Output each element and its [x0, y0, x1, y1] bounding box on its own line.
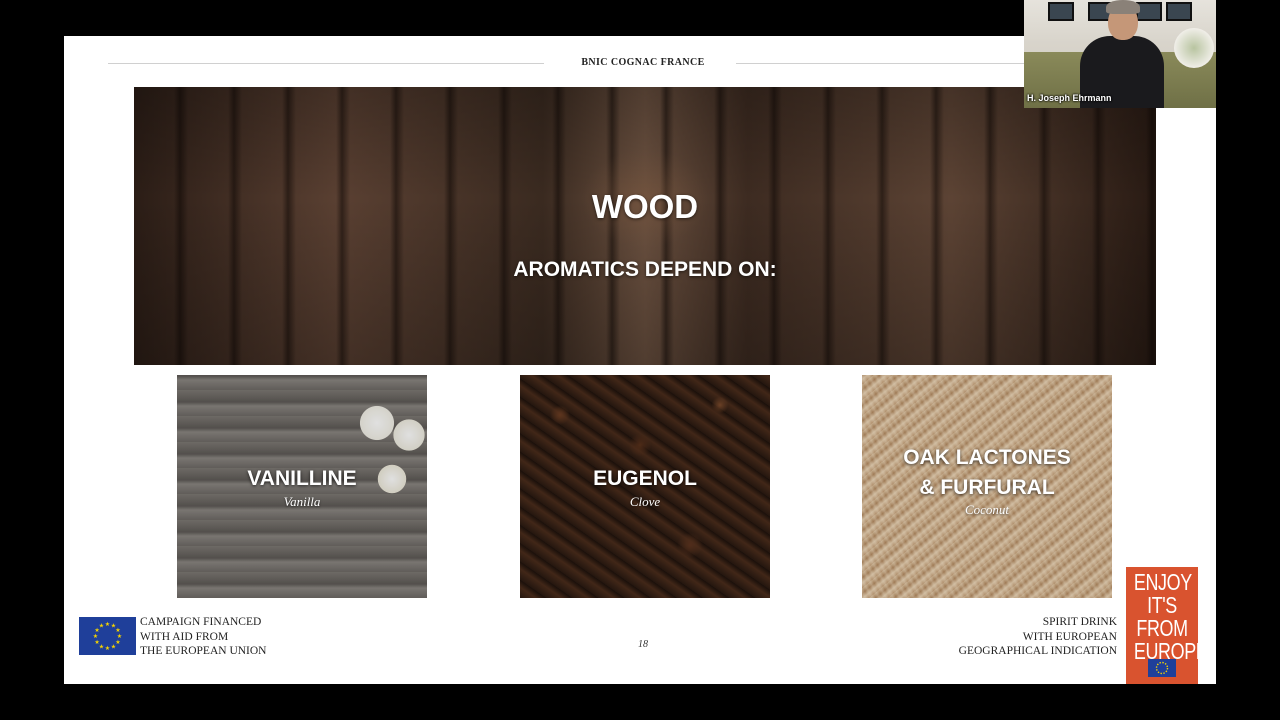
- participant-name: H. Joseph Ehrmann: [1027, 93, 1112, 103]
- wall-picture: [1166, 2, 1192, 21]
- gi-text: SPIRIT DRINK WITH EUROPEAN GEOGRAPHICAL …: [958, 616, 1117, 657]
- person-hair: [1106, 0, 1140, 14]
- svg-text:★: ★: [111, 643, 116, 650]
- svg-text:★: ★: [99, 623, 104, 630]
- campaign-text: CAMPAIGN FINANCED WITH AID FROM THE EURO…: [140, 616, 267, 657]
- eu-flag-icon: ★ ★ ★ ★ ★ ★ ★ ★ ★ ★ ★ ★: [79, 617, 136, 655]
- card-title: VANILLINE: [247, 467, 357, 490]
- participant-video-tile[interactable]: H. Joseph Ehrmann: [1024, 0, 1216, 108]
- svg-text:★: ★: [93, 633, 98, 640]
- wall-picture: [1048, 2, 1074, 21]
- clove-card: EUGENOL Clove: [520, 375, 770, 598]
- hero-title: WOOD: [591, 188, 699, 225]
- page-number: 18: [638, 639, 648, 650]
- vanilla-card: VANILLINE Vanilla: [177, 375, 427, 598]
- svg-text:★: ★: [105, 621, 110, 628]
- card-title: EUGENOL: [593, 467, 697, 490]
- hero-subtitle: AROMATICS DEPEND ON:: [513, 258, 777, 281]
- card-title: OAK LACTONES & FURFURAL: [903, 446, 1071, 499]
- enjoy-europe-badge: ENJOY IT'S FROM EUROPE: [1126, 567, 1198, 684]
- eu-flag-small-icon: [1148, 659, 1176, 677]
- svg-text:★: ★: [105, 645, 110, 652]
- oak-shavings-card: OAK LACTONES & FURFURAL Coconut: [862, 375, 1112, 598]
- presentation-slide: BNIC COGNAC FRANCE WOOD AROMATICS DEPEND…: [64, 36, 1216, 684]
- svg-text:★: ★: [94, 639, 99, 646]
- card-subtitle: Clove: [629, 494, 661, 509]
- card-subtitle: Vanilla: [283, 494, 321, 509]
- card-subtitle: Coconut: [964, 502, 1010, 517]
- barrel-cellar-image: WOOD AROMATICS DEPEND ON:: [134, 87, 1156, 365]
- plant: [1174, 28, 1214, 68]
